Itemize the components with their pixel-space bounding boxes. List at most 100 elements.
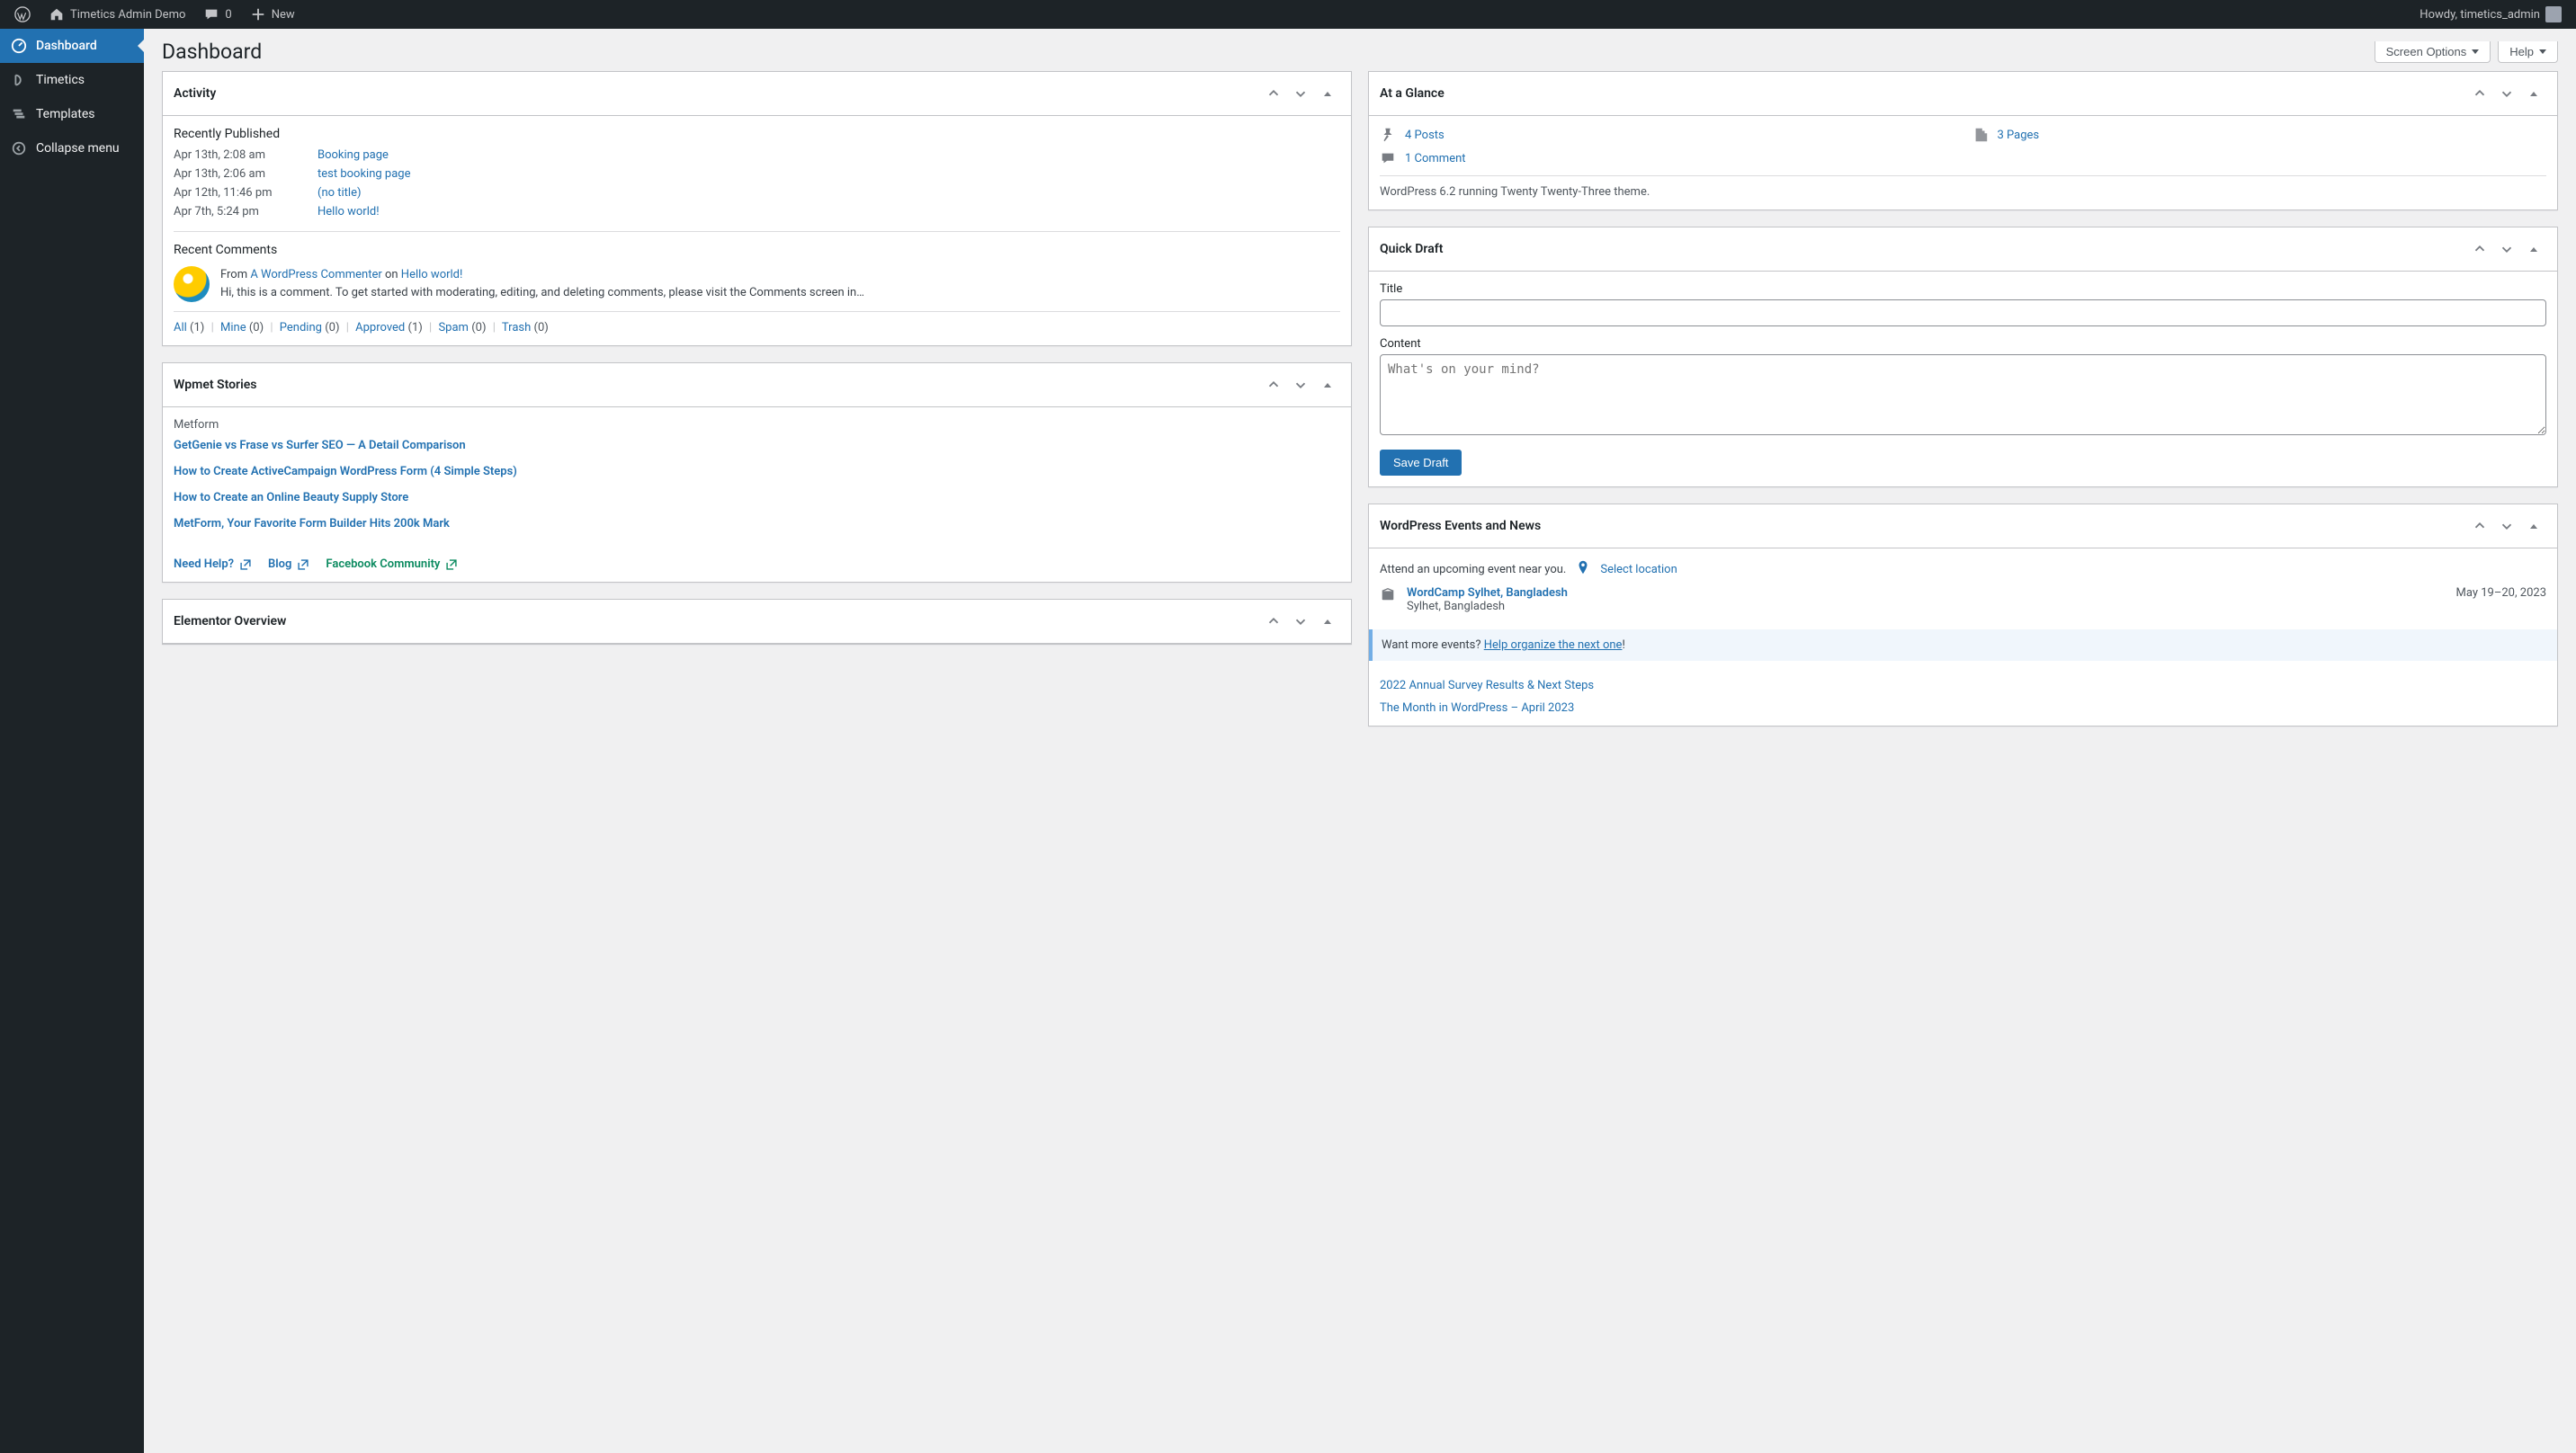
- draft-content-textarea[interactable]: [1380, 354, 2546, 435]
- comment-author-link[interactable]: A WordPress Commenter: [250, 268, 381, 281]
- toggle-button[interactable]: [1315, 609, 1340, 634]
- news-link[interactable]: 2022 Annual Survey Results & Next Steps: [1380, 679, 2546, 692]
- caret-up-icon: [2530, 247, 2537, 252]
- account-link[interactable]: Howdy, timetics_admin: [2412, 0, 2569, 29]
- select-location-link[interactable]: Select location: [1600, 563, 1677, 576]
- comment-post-link[interactable]: Hello world!: [401, 268, 463, 281]
- story-link[interactable]: How to Create ActiveCampaign WordPress F…: [174, 465, 1340, 478]
- external-icon: [239, 558, 252, 571]
- posts-link[interactable]: 4 Posts: [1405, 129, 1445, 142]
- comments-link[interactable]: 1 Comment: [1405, 152, 1466, 165]
- external-icon: [297, 558, 309, 571]
- wpmet-postbox: Wpmet Stories Metform GetGenie vs Frase …: [162, 362, 1352, 583]
- sidebar-item-label: Collapse menu: [36, 141, 120, 156]
- toggle-button[interactable]: [2521, 81, 2546, 106]
- wpmet-title: Wpmet Stories: [174, 378, 256, 392]
- help-organize-link[interactable]: Help organize the next one: [1484, 638, 1623, 652]
- move-down-button[interactable]: [1288, 81, 1313, 106]
- filter-all[interactable]: All: [174, 321, 187, 334]
- avatar: [2545, 6, 2562, 22]
- comment-meta: From A WordPress Commenter on Hello worl…: [220, 266, 864, 284]
- post-link[interactable]: Hello world!: [318, 205, 380, 218]
- elementor-title: Elementor Overview: [174, 614, 286, 628]
- news-link[interactable]: The Month in WordPress – April 2023: [1380, 701, 2546, 715]
- toggle-button[interactable]: [2521, 236, 2546, 262]
- move-up-button[interactable]: [2467, 513, 2492, 539]
- caret-up-icon: [2530, 92, 2537, 96]
- toggle-button[interactable]: [2521, 513, 2546, 539]
- help-label: Help: [2509, 45, 2534, 58]
- screen-options-button[interactable]: Screen Options: [2375, 41, 2491, 63]
- pin-icon: [1380, 127, 1398, 143]
- sidebar-item-collapse[interactable]: Collapse menu: [0, 131, 144, 165]
- move-down-button[interactable]: [2494, 513, 2519, 539]
- blog-link[interactable]: Blog: [268, 557, 309, 571]
- draft-title-input[interactable]: [1380, 299, 2546, 326]
- collapse-icon: [11, 140, 27, 156]
- postbox-header[interactable]: WordPress Events and News: [1369, 504, 2557, 548]
- post-link[interactable]: test booking page: [318, 167, 410, 181]
- want-more-text: Want more events?: [1382, 638, 1484, 652]
- on-label: on: [382, 268, 401, 281]
- exclaim: !: [1622, 638, 1624, 652]
- story-link[interactable]: MetForm, Your Favorite Form Builder Hits…: [174, 517, 1340, 530]
- event-link[interactable]: WordCamp Sylhet, Bangladesh: [1407, 586, 1568, 600]
- help-button[interactable]: Help: [2498, 41, 2558, 63]
- list-item: Apr 7th, 5:24 pm Hello world!: [174, 205, 1340, 218]
- new-link[interactable]: New: [243, 0, 302, 29]
- timetics-icon: [11, 72, 27, 88]
- event-date: May 19–20, 2023: [2456, 586, 2546, 613]
- pages-link[interactable]: 3 Pages: [1998, 129, 2040, 142]
- wordcamp-icon: [1380, 586, 1398, 613]
- filter-count: (0): [249, 321, 264, 334]
- post-link[interactable]: (no title): [318, 186, 362, 200]
- post-link[interactable]: Booking page: [318, 148, 389, 162]
- move-down-button[interactable]: [1288, 609, 1313, 634]
- location-icon: [1575, 559, 1591, 579]
- post-date: Apr 13th, 2:08 am: [174, 148, 318, 162]
- save-draft-button[interactable]: Save Draft: [1380, 450, 1462, 476]
- postbox-header[interactable]: Quick Draft: [1369, 227, 2557, 272]
- caret-up-icon: [1324, 92, 1331, 96]
- filter-spam[interactable]: Spam: [438, 321, 469, 334]
- move-up-button[interactable]: [1261, 609, 1286, 634]
- postbox-header[interactable]: Wpmet Stories: [163, 363, 1351, 407]
- postbox-header[interactable]: Activity: [163, 72, 1351, 116]
- sidebar-item-timetics[interactable]: Timetics: [0, 63, 144, 97]
- wp-logo[interactable]: [7, 0, 38, 29]
- move-up-button[interactable]: [2467, 236, 2492, 262]
- story-link[interactable]: GetGenie vs Frase vs Surfer SEO — A Deta…: [174, 439, 1340, 452]
- external-icon: [445, 558, 458, 571]
- filter-mine[interactable]: Mine: [220, 321, 246, 334]
- move-down-button[interactable]: [1288, 372, 1313, 397]
- elementor-postbox: Elementor Overview: [162, 599, 1352, 645]
- sidebar-item-dashboard[interactable]: Dashboard: [0, 29, 144, 63]
- postbox-header[interactable]: At a Glance: [1369, 72, 2557, 116]
- move-up-button[interactable]: [1261, 81, 1286, 106]
- move-down-button[interactable]: [2494, 236, 2519, 262]
- story-link[interactable]: How to Create an Online Beauty Supply St…: [174, 491, 1340, 504]
- toggle-button[interactable]: [1315, 372, 1340, 397]
- sidebar-item-templates[interactable]: Templates: [0, 97, 144, 131]
- comment-item: From A WordPress Commenter on Hello worl…: [174, 266, 1340, 302]
- move-up-button[interactable]: [1261, 372, 1286, 397]
- filter-trash[interactable]: Trash: [502, 321, 531, 334]
- glance-title: At a Glance: [1380, 86, 1445, 101]
- filter-count: (0): [471, 321, 486, 334]
- toggle-button[interactable]: [1315, 81, 1340, 106]
- admin-sidebar: Dashboard Timetics Templates Collapse me…: [0, 29, 144, 1453]
- move-down-button[interactable]: [2494, 81, 2519, 106]
- glance-postbox: At a Glance 4 Posts: [1368, 71, 2558, 210]
- activity-postbox: Activity Recently Published Apr 13th, 2:…: [162, 71, 1352, 346]
- sidebar-item-label: Dashboard: [36, 39, 97, 53]
- comments-link[interactable]: 0: [196, 0, 238, 29]
- activity-title: Activity: [174, 86, 216, 101]
- postbox-header[interactable]: Elementor Overview: [163, 600, 1351, 644]
- facebook-link[interactable]: Facebook Community: [326, 557, 458, 571]
- need-help-link[interactable]: Need Help?: [174, 557, 252, 571]
- filter-pending[interactable]: Pending: [280, 321, 322, 334]
- site-link[interactable]: Timetics Admin Demo: [41, 0, 192, 29]
- link-label: Blog: [268, 557, 291, 571]
- filter-approved[interactable]: Approved: [355, 321, 405, 334]
- move-up-button[interactable]: [2467, 81, 2492, 106]
